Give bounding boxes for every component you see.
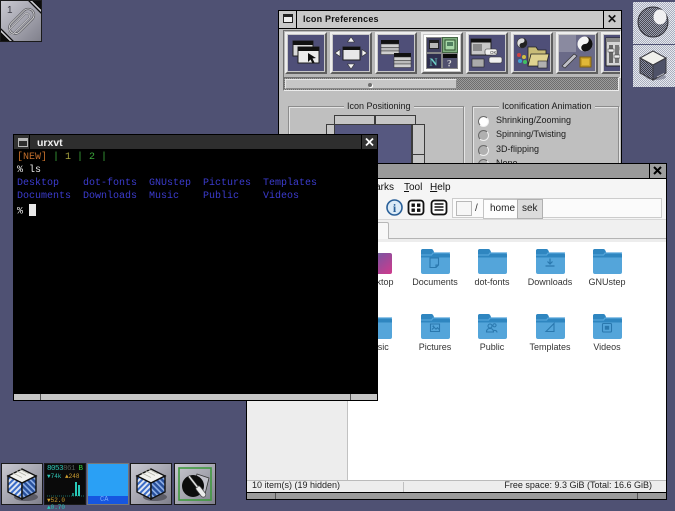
svg-text:N: N [430,57,438,69]
svg-text:OK: OK [490,50,497,55]
svg-text:1: 1 [7,5,13,16]
svg-text:?: ? [447,60,452,70]
